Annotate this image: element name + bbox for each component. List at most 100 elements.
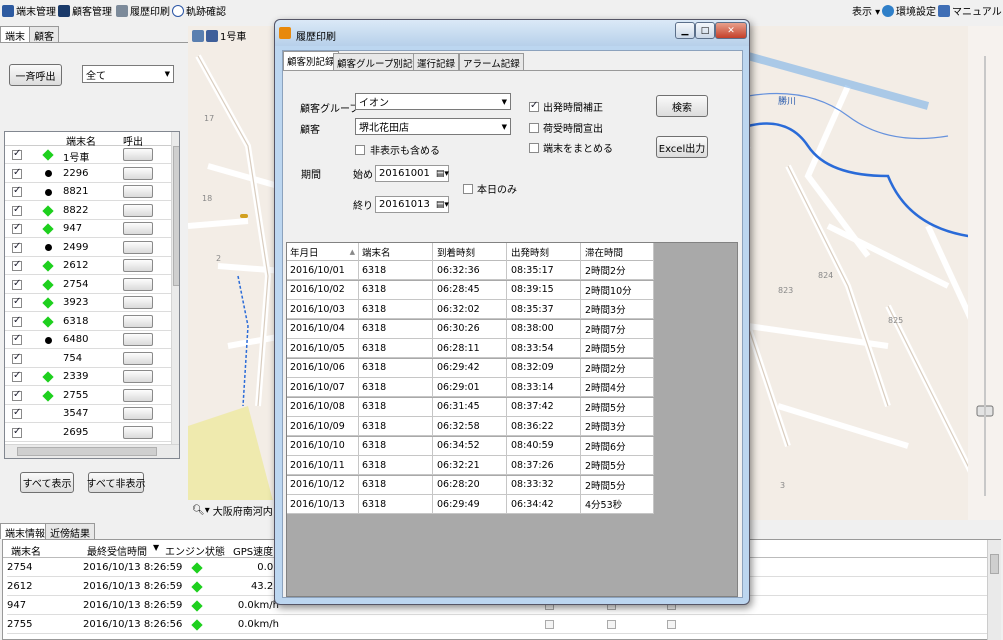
row-checkbox[interactable]: [667, 620, 676, 629]
table-row[interactable]: 2016/10/10 6318 06:34:52 08:40:59 2時間6分: [287, 436, 654, 456]
vehicle-row[interactable]: 8822: [5, 202, 171, 220]
call-button[interactable]: [123, 203, 153, 217]
minimize-button[interactable]: ▁: [675, 22, 695, 39]
vehicle-row[interactable]: 2612: [5, 257, 171, 275]
vehicle-visible-checkbox[interactable]: [12, 241, 22, 253]
vehicle-visible-checkbox[interactable]: [12, 370, 22, 382]
vehicle-visible-checkbox[interactable]: [12, 204, 22, 216]
today-only-option[interactable]: 本日のみ: [463, 181, 517, 196]
toolbar-settings[interactable]: 環境設定: [882, 3, 936, 18]
vehicle-row[interactable]: 6480: [5, 331, 171, 349]
vehicle-info-vscrollbar[interactable]: [987, 540, 1001, 640]
table-row[interactable]: 2016/10/12 6318 06:28:20 08:33:32 2時間5分: [287, 475, 654, 495]
call-button[interactable]: [123, 425, 153, 439]
tab-alarm-record[interactable]: アラーム記録: [459, 53, 524, 70]
vehicle-visible-checkbox[interactable]: [12, 333, 22, 345]
col-departure[interactable]: 出発時刻: [507, 243, 581, 261]
toolbar-history-print[interactable]: 履歴印刷: [116, 3, 170, 18]
table-row[interactable]: 2016/10/11 6318 06:32:21 08:37:26 2時間5分: [287, 456, 654, 475]
include-hidden-option[interactable]: 非表示も含める: [355, 142, 440, 157]
call-all-button[interactable]: 一斉呼出: [9, 64, 62, 86]
tab-vehicle[interactable]: 端末: [0, 26, 30, 43]
vehicle-list-vscrollbar[interactable]: [171, 132, 179, 444]
call-button[interactable]: [123, 240, 153, 254]
start-date-picker[interactable]: 20161001 ▤▾: [375, 165, 449, 182]
vehicle-visible-checkbox[interactable]: [12, 148, 22, 160]
col-engine-state[interactable]: エンジン状態: [165, 543, 225, 558]
call-button[interactable]: [123, 148, 153, 161]
vehicle-visible-checkbox[interactable]: [12, 426, 22, 438]
show-all-button[interactable]: すべて表示: [20, 472, 74, 493]
map-vehicle-indicator[interactable]: 1号車: [192, 28, 246, 43]
col-arrival[interactable]: 到着時刻: [433, 243, 507, 261]
vehicle-row[interactable]: 1号車: [5, 146, 171, 164]
col-gps-speed[interactable]: GPS速度: [233, 543, 273, 558]
toolbar-vehicle-mgmt[interactable]: 端末管理: [2, 3, 56, 18]
tab-vehicle-info[interactable]: 端末情報: [0, 523, 50, 540]
vehicle-row[interactable]: 2695: [5, 424, 171, 442]
table-row[interactable]: 2016/10/01 6318 06:32:36 08:35:17 2時間2分: [287, 261, 654, 280]
maximize-button[interactable]: □: [695, 22, 715, 39]
call-button[interactable]: [123, 222, 153, 235]
merge-vehicles-option[interactable]: 端末をまとめる: [529, 140, 613, 155]
customer-select[interactable]: 堺北花田店 ▼: [355, 118, 511, 135]
toolbar-manual[interactable]: マニュアル: [938, 3, 1002, 18]
hide-all-button[interactable]: すべて非表示: [87, 472, 145, 493]
table-row[interactable]: 2755 2016/10/13 8:26:56 0.0km/h: [7, 616, 987, 634]
include-hidden-checkbox[interactable]: [355, 144, 365, 155]
table-row[interactable]: 2016/10/03 6318 06:32:02 08:35:37 2時間3分: [287, 300, 654, 319]
col-vehicle-name[interactable]: 端末名: [11, 543, 41, 558]
end-date-picker[interactable]: 20161013 ▤▾: [375, 196, 449, 213]
receive-time-checkbox[interactable]: [529, 122, 539, 133]
vehicle-row[interactable]: 2296: [5, 165, 171, 183]
table-row[interactable]: 2016/10/04 6318 06:30:26 08:38:00 2時間7分: [287, 319, 654, 339]
col-date[interactable]: 年月日 ▲: [287, 243, 359, 261]
col-last-received[interactable]: 最終受信時間: [87, 543, 147, 558]
vehicle-visible-checkbox[interactable]: [12, 185, 22, 197]
call-button[interactable]: [123, 407, 153, 420]
vehicle-row[interactable]: 2754: [5, 276, 171, 294]
close-button[interactable]: ✕: [715, 22, 747, 39]
vehicle-row[interactable]: 2339: [5, 368, 171, 386]
col-stay-time[interactable]: 滞在時間: [581, 243, 654, 261]
excel-export-button[interactable]: Excel出力: [656, 136, 708, 158]
tab-customer-group-record[interactable]: 顧客グループ別記録: [333, 53, 426, 70]
depart-time-correction-option[interactable]: 出発時間補正: [529, 99, 603, 114]
tab-customer-record[interactable]: 顧客別記録: [283, 51, 339, 71]
table-row[interactable]: 2016/10/02 6318 06:28:45 08:39:15 2時間10分: [287, 280, 654, 300]
call-button[interactable]: [123, 277, 153, 291]
vehicle-visible-checkbox[interactable]: [12, 222, 22, 234]
vehicle-row[interactable]: 2755: [5, 387, 171, 405]
search-button[interactable]: 検索: [656, 95, 708, 117]
tab-customer[interactable]: 顧客: [29, 26, 59, 43]
vehicle-row[interactable]: 947: [5, 220, 171, 238]
table-row[interactable]: 2016/10/06 6318 06:29:42 08:32:09 2時間2分: [287, 358, 654, 378]
row-checkbox[interactable]: [607, 620, 616, 629]
call-button[interactable]: [123, 166, 153, 180]
table-row[interactable]: 2016/10/13 6318 06:29:49 06:34:42 4分53秒: [287, 495, 654, 514]
tab-nearby-results[interactable]: 近傍結果: [45, 523, 95, 540]
call-button[interactable]: [123, 333, 153, 346]
tab-operation-record[interactable]: 運行記録: [413, 53, 460, 70]
customer-group-select[interactable]: イオン ▼: [355, 93, 511, 110]
call-button[interactable]: [123, 351, 153, 365]
today-only-checkbox[interactable]: [463, 183, 473, 194]
call-button[interactable]: [123, 259, 153, 272]
depart-time-correction-checkbox[interactable]: [529, 100, 539, 112]
vehicle-row[interactable]: 3923: [5, 294, 171, 312]
vehicle-row[interactable]: 754: [5, 350, 171, 368]
vehicle-row[interactable]: 8821: [5, 183, 171, 201]
call-button[interactable]: [123, 370, 153, 383]
vehicle-list-hscrollbar[interactable]: [5, 444, 179, 458]
vehicle-visible-checkbox[interactable]: [12, 407, 22, 419]
table-row[interactable]: 2016/10/09 6318 06:32:58 08:36:22 2時間3分: [287, 417, 654, 436]
table-row[interactable]: 2016/10/08 6318 06:31:45 08:37:42 2時間5分: [287, 397, 654, 417]
vehicle-visible-checkbox[interactable]: [12, 389, 22, 401]
call-button[interactable]: [123, 314, 153, 328]
col-vehicle[interactable]: 端末名: [359, 243, 433, 261]
row-checkbox[interactable]: [545, 620, 554, 629]
receive-time-option[interactable]: 荷受時間宣出: [529, 120, 603, 135]
call-button[interactable]: [123, 388, 153, 402]
vehicle-visible-checkbox[interactable]: [12, 167, 22, 179]
vehicle-row[interactable]: 3547: [5, 405, 171, 423]
